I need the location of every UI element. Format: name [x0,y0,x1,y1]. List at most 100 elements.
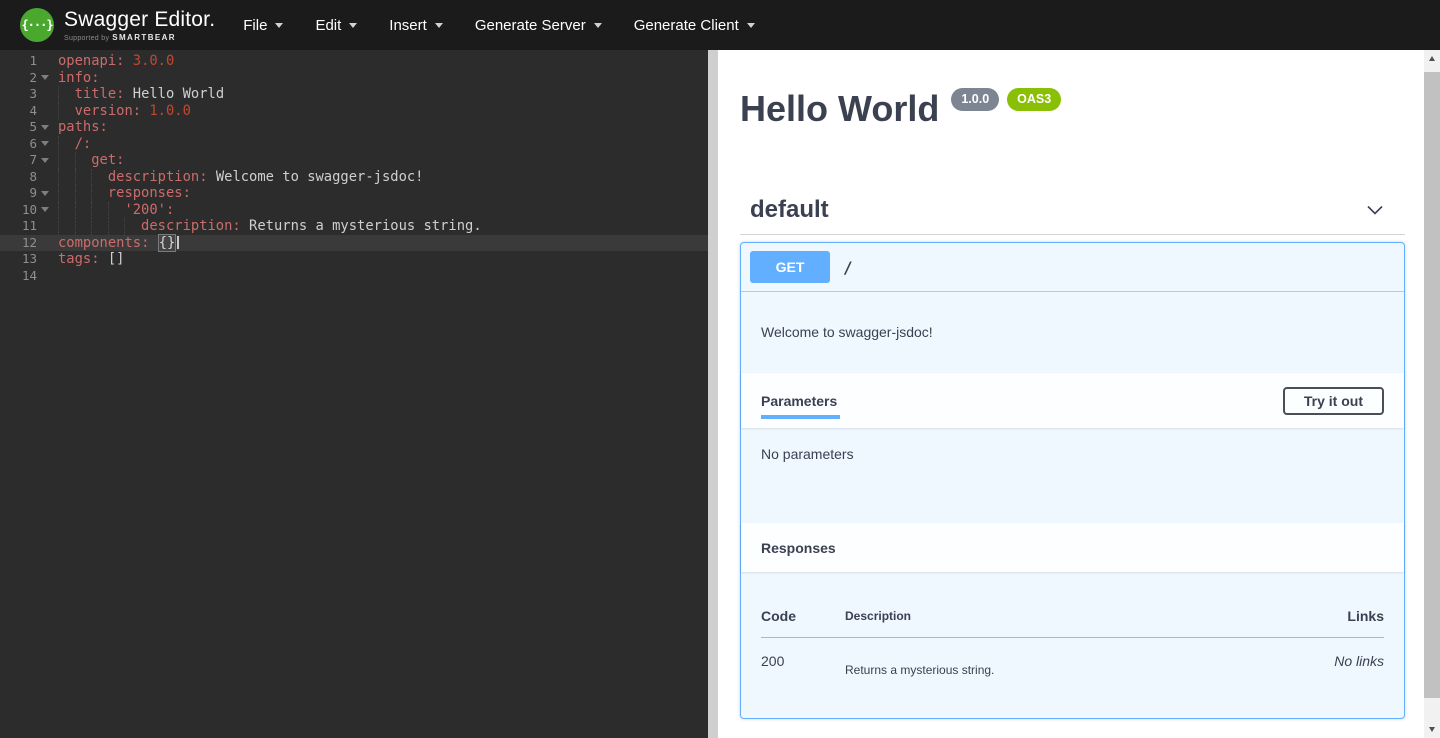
token-bracket: {} [158,234,177,252]
token-key: '200': [124,202,174,218]
chevron-down-icon[interactable] [1365,200,1385,220]
indent-guide [58,136,75,153]
editor-line[interactable]: 14 [0,268,708,285]
line-number: 5 [29,119,37,136]
try-it-out-button[interactable]: Try it out [1283,387,1384,415]
responses-title: Responses [761,540,836,556]
scroll-up-arrow-icon[interactable] [1424,50,1440,67]
operation-path: / [843,258,853,277]
fold-arrow-icon[interactable] [41,158,49,163]
editor-line[interactable]: 7 get: [0,152,708,169]
main-split: 1openapi: 3.0.02 info:3title: Hello World… [0,50,1440,738]
menu-insert[interactable]: Insert [389,17,443,34]
code-text: description: Welcome to swagger-jsdoc! [54,169,424,186]
token-key: get: [91,152,124,168]
indent-guide [58,86,75,103]
line-number: 7 [29,152,37,169]
indent-guide [58,169,75,186]
pane-splitter[interactable] [708,50,718,738]
api-info-section: Hello World 1.0.0 OAS3 [740,88,1405,129]
editor-line[interactable]: 2 info: [0,70,708,87]
token-key: description: [141,218,241,234]
fold-arrow-icon[interactable] [41,191,49,196]
chevron-down-icon [435,23,443,28]
editor-line[interactable]: 3title: Hello World [0,86,708,103]
fold-arrow-icon[interactable] [41,125,49,130]
token-plain [124,53,132,69]
tag-section-header[interactable]: default [740,186,1405,235]
text-cursor [177,236,179,249]
line-number: 13 [22,251,37,268]
indent-guide [75,218,92,235]
code-text: paths: [54,119,108,136]
editor-line[interactable]: 12components: {} [0,235,708,252]
line-number-gutter: 11 [0,218,54,235]
indent-guide [91,185,108,202]
token-key: tags: [58,251,100,267]
get-method-badge[interactable]: GET [750,251,830,283]
menu-edit[interactable]: Edit [315,17,357,34]
token-key: openapi: [58,53,124,69]
parameters-section-header: Parameters Try it out [741,373,1404,428]
fold-arrow-icon[interactable] [41,141,49,146]
code-text: title: Hello World [54,86,224,103]
yaml-editor-pane[interactable]: 1openapi: 3.0.02 info:3title: Hello World… [0,50,708,738]
indent-guide [75,152,92,169]
token-plain [100,251,108,267]
menu-generate-client[interactable]: Generate Client [634,17,755,34]
indent-guide [75,185,92,202]
token-str: Returns a mysterious string. [249,218,482,234]
indent-guide [91,202,108,219]
menu-label: Generate Server [475,17,586,34]
menu-file[interactable]: File [243,17,283,34]
token-str: Welcome to swagger-jsdoc! [216,169,424,185]
oas3-badge: OAS3 [1007,88,1061,111]
editor-line[interactable]: 6/: [0,136,708,153]
line-number-gutter: 7 [0,152,54,169]
editor-line[interactable]: 1openapi: 3.0.0 [0,53,708,70]
tab-parameters[interactable]: Parameters [761,393,837,419]
editor-line[interactable]: 5 paths: [0,119,708,136]
operation-summary[interactable]: GET / [741,243,1404,292]
responses-header-links: Links [1264,592,1384,638]
swagger-editor-logo[interactable]: {···} Swagger Editor. Supported bySMARTB… [20,8,215,42]
menu-generate-server[interactable]: Generate Server [475,17,602,34]
line-number: 2 [29,70,37,87]
indent-guide [108,218,125,235]
code-text: tags: [] [54,251,124,268]
window-scrollbar[interactable] [1424,50,1440,738]
line-number-gutter: 13 [0,251,54,268]
scrollbar-thumb[interactable] [1424,72,1440,698]
token-key: responses: [108,185,191,201]
line-number-gutter: 12 [0,235,54,252]
api-title: Hello World [740,88,939,129]
fold-arrow-icon[interactable] [41,75,49,80]
scroll-down-arrow-icon[interactable] [1424,721,1440,738]
line-number: 14 [22,268,37,285]
code-text: version: 1.0.0 [54,103,191,120]
version-badge: 1.0.0 [951,88,999,111]
fold-arrow-icon[interactable] [41,207,49,212]
code-text: /: [54,136,91,153]
indent-guide [108,202,125,219]
token-key: info: [58,70,100,86]
indent-guide [124,218,141,235]
editor-line[interactable]: 10'200': [0,202,708,219]
editor-line[interactable]: 13 tags: [] [0,251,708,268]
line-number: 12 [22,235,37,252]
editor-line[interactable]: 8description: Welcome to swagger-jsdoc! [0,169,708,186]
indent-guide [75,202,92,219]
token-plain [149,235,157,251]
indent-guide [58,218,75,235]
line-number: 11 [22,218,37,235]
operation-description-text: Welcome to swagger-jsdoc! [761,324,933,340]
editor-line[interactable]: 11 description: Returns a mysterious stri… [0,218,708,235]
line-number-gutter: 3 [0,86,54,103]
chevron-down-icon [747,23,755,28]
token-plain [124,86,132,102]
menu-label: File [243,17,267,34]
editor-line[interactable]: 4version: 1.0.0 [0,103,708,120]
responses-section-header: Responses [741,523,1404,572]
tag-name: default [750,196,829,224]
editor-line[interactable]: 9responses: [0,185,708,202]
